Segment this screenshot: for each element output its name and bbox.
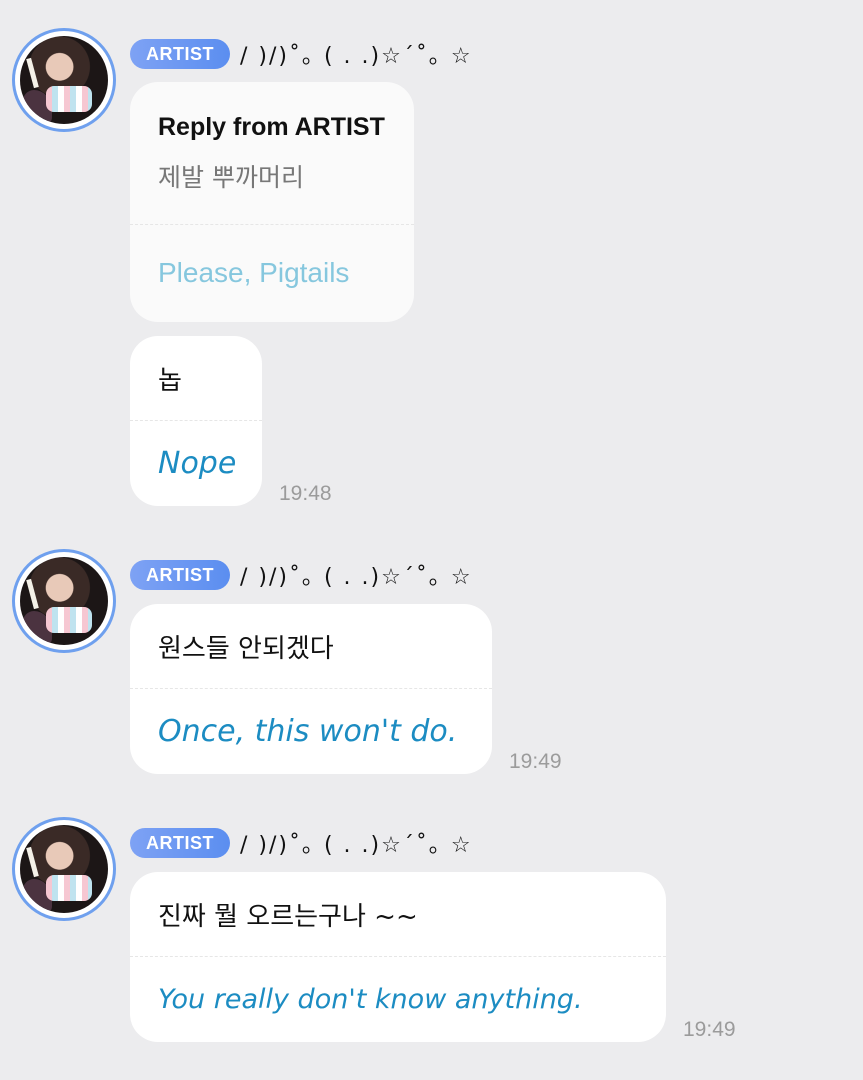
message-text: 놉 — [158, 365, 182, 396]
artist-badge: ARTIST — [130, 560, 230, 590]
sender-nickname: / )/)˚｡ ( . .)☆´˚｡ ☆ — [240, 44, 473, 69]
avatar-photo — [20, 557, 108, 645]
reply-title: Reply from ARTIST — [158, 112, 385, 141]
artist-avatar[interactable] — [12, 28, 116, 132]
message-translation: You really don't know anything. — [158, 983, 583, 1015]
avatar-photo — [20, 36, 108, 124]
sender-row: ARTIST / )/)˚｡ ( . .)☆´˚｡ ☆ — [130, 38, 473, 70]
message-translation: Once, this won't do. — [158, 713, 458, 749]
artist-badge: ARTIST — [130, 39, 230, 69]
artist-avatar[interactable] — [12, 817, 116, 921]
message-timestamp: 19:49 — [509, 750, 562, 773]
message-timestamp: 19:48 — [279, 482, 332, 505]
sender-row: ARTIST / )/)˚｡ ( . .)☆´˚｡ ☆ — [130, 559, 473, 591]
artist-avatar[interactable] — [12, 549, 116, 653]
sender-nickname: / )/)˚｡ ( . .)☆´˚｡ ☆ — [240, 565, 473, 590]
avatar-photo — [20, 825, 108, 913]
reply-bubble[interactable]: Reply from ARTIST 제발 뿌까머리 Please, Pigtai… — [130, 82, 414, 322]
message-text: 진짜 뭘 오르는구나 ~~ — [158, 901, 418, 932]
reply-translation: Please, Pigtails — [158, 257, 350, 288]
message-bubble[interactable]: 원스들 안되겠다 Once, this won't do. — [130, 604, 492, 774]
reply-original-text: 제발 뿌까머리 — [158, 162, 304, 192]
message-bubble[interactable]: 진짜 뭘 오르는구나 ~~ You really don't know anyt… — [130, 872, 666, 1042]
sender-row: ARTIST / )/)˚｡ ( . .)☆´˚｡ ☆ — [130, 827, 473, 859]
message-translation: Nope — [158, 445, 237, 481]
message-text: 원스들 안되겠다 — [158, 633, 334, 664]
message-bubble[interactable]: 놉 Nope — [130, 336, 262, 506]
sender-nickname: / )/)˚｡ ( . .)☆´˚｡ ☆ — [240, 833, 473, 858]
message-timestamp: 19:49 — [683, 1018, 736, 1041]
artist-badge: ARTIST — [130, 828, 230, 858]
